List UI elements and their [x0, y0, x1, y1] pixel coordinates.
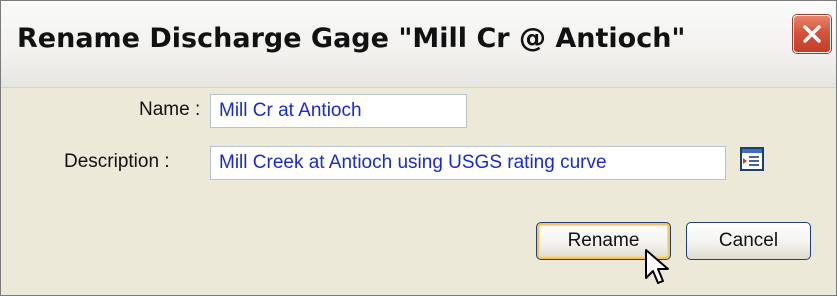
description-label: Description :: [64, 151, 170, 172]
name-label: Name :: [139, 99, 201, 120]
close-icon: [803, 25, 821, 43]
close-button[interactable]: [793, 15, 831, 53]
rename-button[interactable]: Rename: [536, 222, 671, 260]
dialog-titlebar[interactable]: Rename Discharge Gage "Mill Cr @ Antioch…: [1, 1, 836, 88]
text-editor-icon: [740, 147, 764, 171]
dialog-title: Rename Discharge Gage "Mill Cr @ Antioch…: [17, 23, 686, 54]
name-field[interactable]: Mill Cr at Antioch: [210, 94, 467, 128]
description-field[interactable]: Mill Creek at Antioch using USGS rating …: [210, 146, 726, 180]
cancel-button[interactable]: Cancel: [686, 222, 811, 260]
rename-dialog: Rename Discharge Gage "Mill Cr @ Antioch…: [0, 0, 837, 296]
description-editor-button[interactable]: [740, 147, 764, 171]
